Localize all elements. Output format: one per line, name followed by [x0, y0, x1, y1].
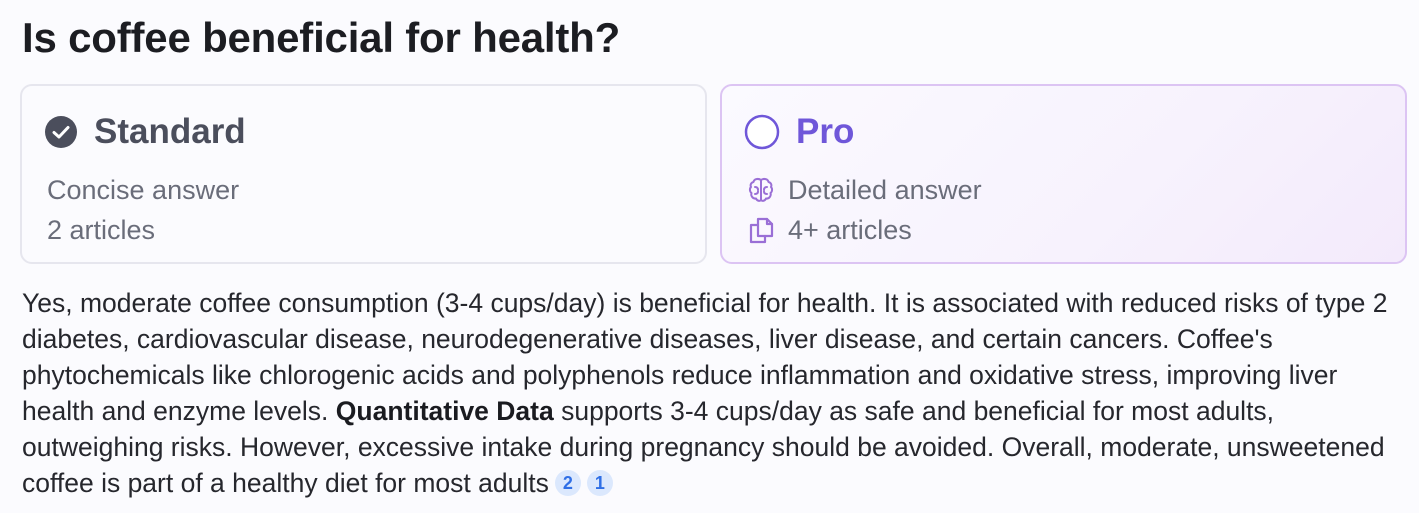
citation-badge[interactable]: 2: [554, 470, 581, 496]
check-circle-icon: [44, 115, 78, 149]
standard-feature-concise: Concise answer: [47, 170, 683, 210]
radio-empty-icon[interactable]: [744, 114, 780, 150]
pro-feature-articles: 4+ articles: [746, 210, 1383, 250]
standard-feature-list: Concise answer 2 articles: [47, 170, 683, 250]
brain-icon: [746, 175, 776, 205]
page: Is coffee beneficial for health? Standar…: [0, 0, 1419, 513]
standard-mode-label: Standard: [94, 112, 246, 151]
feature-text: 4+ articles: [788, 214, 912, 245]
answer-text: Yes, moderate coffee consumption (3-4 cu…: [22, 285, 1402, 501]
pro-mode-card[interactable]: Pro Detailed answer 4+ articles: [720, 84, 1407, 264]
copy-documents-icon: [746, 215, 776, 245]
pro-feature-list: Detailed answer 4+ articles: [746, 170, 1383, 250]
pro-card-header: Pro: [744, 110, 1383, 154]
pro-feature-detailed: Detailed answer: [746, 170, 1383, 210]
standard-card-header: Standard: [44, 110, 683, 154]
citation-badge[interactable]: 1: [586, 470, 613, 496]
question-title: Is coffee beneficial for health?: [22, 14, 621, 61]
mode-selector: Standard Concise answer 2 articles Pro D…: [20, 84, 1407, 264]
feature-text: Concise answer: [47, 174, 240, 205]
pro-mode-label: Pro: [796, 112, 855, 151]
answer-bold-term: Quantitative Data: [335, 396, 554, 426]
standard-feature-articles: 2 articles: [47, 210, 683, 250]
feature-text: Detailed answer: [788, 174, 982, 205]
feature-text: 2 articles: [47, 214, 156, 245]
standard-mode-card[interactable]: Standard Concise answer 2 articles: [20, 84, 707, 264]
